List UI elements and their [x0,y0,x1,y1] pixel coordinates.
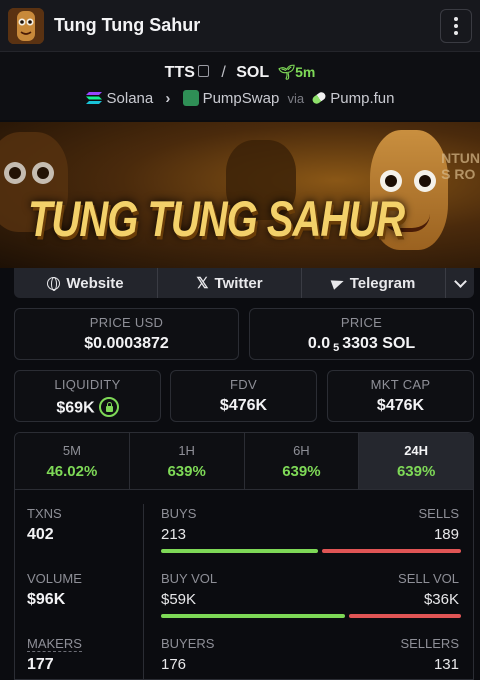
price-native-value: 0.0 5 3303 SOL [307,335,416,354]
chevron-down-icon [453,274,467,288]
fdv-label: FDV [230,377,257,392]
tab-change: 46.02% [46,463,98,480]
tab-1h[interactable]: 1H 639% [129,433,245,489]
makers-value: 177 [27,656,54,673]
x-logo-icon: 𝕏 [196,275,209,292]
sells-ratio-bar [322,549,461,553]
buy-vol-label: BUY VOL [161,571,218,586]
buy-vol-ratio-bar [161,614,345,618]
buys-ratio-bar [161,549,318,553]
timeframe-tabs: 5M 46.02% 1H 639% 6H 639% 24H 639% [14,432,474,490]
buys-label: BUYS [161,506,197,521]
volume-value: $96K [27,591,66,608]
pair-age: 🌱︎5m [277,64,316,80]
globe-icon [47,276,61,291]
tab-5m[interactable]: 5M 46.02% [15,433,130,489]
social-links: Website 𝕏 Twitter Telegram [14,268,474,298]
chain-link[interactable]: Solana [107,90,154,107]
tab-label: 24H [404,443,429,458]
fdv-box: FDV $476K [170,370,317,422]
buys-value: 213 [161,526,187,543]
chevron-right-icon: › [165,90,171,107]
token-banner: NTUN S RO TUNG TUNG SAHUR [0,122,480,268]
more-links-button[interactable] [446,268,474,298]
buy-vol-value: $59K [161,591,197,608]
mktcap-value: $476K [376,397,425,414]
mktcap-label: MKT CAP [370,377,431,392]
tab-6h[interactable]: 6H 639% [244,433,360,489]
liquidity-label: LIQUIDITY [54,377,121,392]
sellers-label: SELLERS [400,636,459,651]
liquidity-box: LIQUIDITY $69K [14,370,161,422]
quote-symbol: SOL [236,64,269,81]
base-symbol: TTS [164,64,195,81]
tab-change: 639% [282,463,321,480]
twitter-link[interactable]: 𝕏 Twitter [158,268,302,298]
tab-label: 6H [293,443,310,458]
page-title: Tung Tung Sahur [54,15,201,35]
telegram-icon [330,276,346,290]
mktcap-box: MKT CAP $476K [327,370,474,422]
sells-value: 189 [433,526,459,543]
solana-icon [85,92,102,105]
fdv-value: $476K [219,397,268,414]
trading-stats: TXNS 402 BUYS 213 SELLS 189 VOLUME $96K … [14,490,474,680]
price-usd-value: $0.0003872 [84,335,169,352]
website-link[interactable]: Website [14,268,158,298]
banner-side-text: NTUN S RO [441,150,480,182]
dex-link[interactable]: PumpSwap [203,90,280,107]
sell-vol-ratio-bar [349,614,461,618]
price-native-box: PRICE 0.0 5 3303 SOL [249,308,474,360]
pumpswap-icon [182,90,199,107]
more-options-button[interactable] [440,9,472,43]
tab-change: 639% [396,463,436,480]
top-bar: Tung Tung Sahur [0,0,480,52]
price-native-label: PRICE [340,315,383,330]
pair-info: TTS / SOL 🌱︎5m Solana › PumpSwap via Pum… [0,52,480,120]
txns-value: 402 [27,526,54,543]
via-label: via [287,91,305,106]
telegram-link[interactable]: Telegram [302,268,446,298]
launchpad-link[interactable]: Pump.fun [330,90,394,107]
sells-label: SELLS [418,506,459,521]
liquidity-value: $69K [15,397,160,420]
sell-vol-label: SELL VOL [398,571,459,586]
buyers-label: BUYERS [161,636,215,651]
pair-separator: / [221,64,226,81]
banner-title: TUNG TUNG SAHUR [28,192,405,247]
pumpfun-icon [311,90,328,106]
lock-icon[interactable] [98,397,119,417]
seedling-icon: 🌱︎ [277,64,296,80]
chain-line: Solana › PumpSwap via Pump.fun [0,90,480,108]
sell-vol-value: $36K [423,591,459,608]
price-usd-label: PRICE USD [89,315,164,330]
sellers-value: 131 [433,656,459,673]
price-usd-box: PRICE USD $0.0003872 [14,308,239,360]
txns-label: TXNS [27,506,62,521]
tab-change: 639% [167,463,206,480]
copy-icon[interactable] [197,65,209,78]
tab-24h[interactable]: 24H 639% [359,433,473,489]
buyers-value: 176 [161,656,187,673]
volume-label: VOLUME [27,571,82,586]
kebab-menu-icon [454,17,458,21]
token-avatar [8,8,44,44]
makers-label: MAKERS [27,636,82,652]
tab-label: 1H [178,443,195,458]
pair-line: TTS / SOL 🌱︎5m [0,64,480,82]
tab-label: 5M [62,443,81,458]
